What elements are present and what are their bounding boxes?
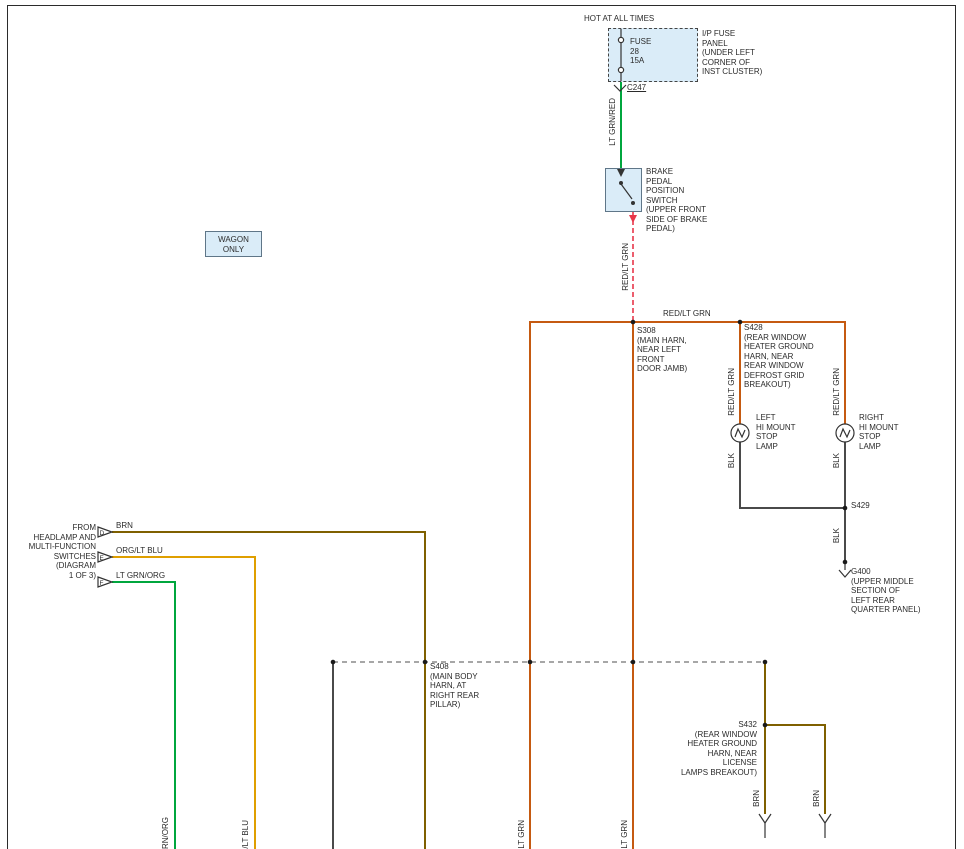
wire-label-brn-bottom-left: BRN <box>752 790 762 807</box>
wire-brn-horizontal <box>112 531 426 533</box>
wire-label-red-lt-grn-frag-right: LT GRN <box>620 820 630 849</box>
wire-lt-grn-org-drop <box>174 581 176 849</box>
wire-label-lt-grn-org-frag: RN/ORG <box>161 817 171 849</box>
ground-g400-note: G400(UPPER MIDDLESECTION OFLEFT REARQUAR… <box>851 567 921 615</box>
bus-wire-label: RED/LT GRN <box>663 309 711 319</box>
splice-s408-note: S408(MAIN BODYHARN, ATRIGHT REARPILLAR) <box>430 662 479 710</box>
wire-blk-right-lamp <box>844 442 846 508</box>
wire-label-org-lt-blu: ORG/LT BLU <box>116 546 163 556</box>
brake-switch-note: BRAKEPEDALPOSITIONSWITCH(UPPER FRONTSIDE… <box>646 167 707 234</box>
wire-brn-drop <box>424 531 426 849</box>
wire-label-brn: BRN <box>116 521 133 531</box>
wiring-diagram-page: WAGONONLY <box>0 0 964 849</box>
wire-red-lt-grn-right-lamp-feed <box>844 321 846 424</box>
wire-brn-s432-drop <box>764 662 766 814</box>
wire-label-lt-grn-org: LT GRN/ORG <box>116 571 165 581</box>
wire-label-brn-bottom-right: BRN <box>812 790 822 807</box>
wire-blk-left-lamp <box>739 442 741 508</box>
page-border <box>7 5 956 849</box>
connector-c247-label: C247 <box>627 83 646 93</box>
brake-switch-box <box>605 168 642 212</box>
splice-s428-note: S428(REAR WINDOWHEATER GROUNDHARN, NEARR… <box>744 323 814 390</box>
wire-red-lt-grn-left-drop <box>529 321 531 849</box>
wire-label-blk-right: BLK <box>832 453 842 468</box>
splice-s432-note: S432(REAR WINDOWHEATER GROUNDHARN, NEARL… <box>658 720 757 777</box>
hot-at-all-times-label: HOT AT ALL TIMES <box>584 14 654 24</box>
from-switches-note: FROMHEADLAMP ANDMULTI-FUNCTIONSWITCHES(D… <box>18 523 96 580</box>
wire-org-lt-blu-drop <box>254 556 256 849</box>
wagon-only-box: WAGONONLY <box>205 231 262 257</box>
wire-label-red-lt-grn-upper: RED/LT GRN <box>621 243 631 291</box>
wire-blk-s429-bus <box>739 507 846 509</box>
wire-lt-grn-red <box>620 82 622 168</box>
wire-label-lt-grn-red: LT GRN/RED <box>608 98 618 146</box>
left-lamp-note: LEFTHI MOUNTSTOPLAMP <box>756 413 796 451</box>
fuse-panel-box <box>608 28 698 82</box>
wire-org-lt-blu-horizontal <box>112 556 256 558</box>
wire-brn-right-connector-drop <box>824 725 826 814</box>
wire-brn-s432-branch <box>764 724 826 726</box>
splice-s429-label: S429 <box>851 501 870 511</box>
splice-s308-note: S308(MAIN HARN,NEAR LEFTFRONTDOOR JAMB) <box>637 326 687 374</box>
wire-label-org-lt-blu-frag: /LT BLU <box>241 820 251 849</box>
wire-label-blk-left: BLK <box>727 453 737 468</box>
wagon-only-label: WAGONONLY <box>206 235 261 254</box>
wire-blk-to-ground <box>844 508 846 563</box>
wire-label-blk-ground: BLK <box>832 528 842 543</box>
wire-red-lt-grn-left-lamp-feed <box>739 322 741 424</box>
wire-lt-grn-org-horizontal <box>112 581 176 583</box>
wire-red-lt-grn-s308-drop <box>632 322 634 849</box>
fuse-panel-note: I/P FUSEPANEL(UNDER LEFTCORNER OFINST CL… <box>702 29 762 77</box>
wire-label-left-lamp-feed: RED/LT GRN <box>727 368 737 416</box>
fuse-label: FUSE2815A <box>630 37 651 66</box>
wire-blk-s408-drop <box>332 662 334 849</box>
right-lamp-note: RIGHTHI MOUNTSTOPLAMP <box>859 413 899 451</box>
wire-label-right-lamp-feed: RED/LT GRN <box>832 368 842 416</box>
wire-label-red-lt-grn-frag-left: LT GRN <box>517 820 527 849</box>
